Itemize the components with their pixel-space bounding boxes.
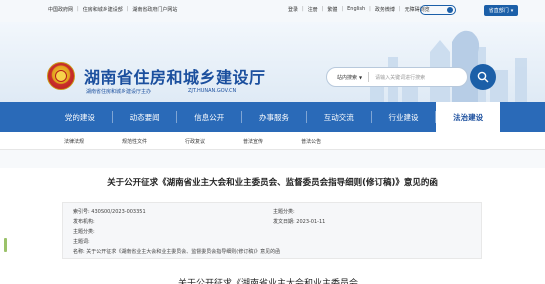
meta-category: 主题分类: bbox=[273, 208, 295, 215]
article-body-first-line: 关于公开征求《湖南省业主大会和业主委员会、 bbox=[177, 279, 367, 284]
meta-issuer-label: 发布机构: bbox=[73, 219, 95, 225]
meta-index-label: 索引号: bbox=[73, 209, 90, 215]
link-login[interactable]: 登录 bbox=[288, 6, 298, 13]
sub-nav: 法律法规 规范性文件 行政复议 普法宣传 普法公告 bbox=[0, 132, 545, 150]
meta-name: 名称: 关于公开征求《湖南省业主大会和业主委员会、监督委员会指导细则(修订稿)》… bbox=[73, 248, 280, 255]
nav-item-disclosure[interactable]: 信息公开 bbox=[177, 102, 241, 132]
toggle-knob-icon bbox=[447, 7, 453, 13]
nav-item-industry[interactable]: 行业建设 bbox=[372, 102, 436, 132]
sub-nav-items: 法律法规 规范性文件 行政复议 普法宣传 普法公告 bbox=[64, 138, 359, 145]
subnav-item-notice[interactable]: 普法公告 bbox=[301, 138, 321, 145]
separator: | bbox=[77, 6, 79, 12]
emblem-center bbox=[55, 70, 67, 82]
accessibility-toggle[interactable] bbox=[420, 5, 456, 15]
link-register[interactable]: 注册 bbox=[308, 6, 318, 13]
meta-topic-label: 主题分类: bbox=[73, 229, 95, 235]
meta-issuer: 发布机构: bbox=[73, 218, 95, 225]
site-title[interactable]: 湖南省住房和城乡建设厅 bbox=[84, 64, 266, 88]
meta-index-value: 430S00/2023-003351 bbox=[91, 209, 146, 215]
subnav-item-laws[interactable]: 法律法规 bbox=[64, 138, 84, 145]
nav-item-interaction[interactable]: 互动交流 bbox=[307, 102, 371, 132]
side-float-tab[interactable] bbox=[4, 238, 7, 252]
caret-down-icon: ▼ bbox=[359, 74, 363, 80]
subnav-item-review[interactable]: 行政复议 bbox=[185, 138, 205, 145]
link-weibo[interactable]: 政务微博 bbox=[375, 6, 395, 13]
meta-keywords: 主题词: bbox=[73, 238, 90, 245]
province-button-label: 省直部门 bbox=[488, 8, 509, 14]
separator: | bbox=[126, 6, 129, 12]
article-meta-box: 索引号: 430S00/2023-003351 主题分类: 发布机构: 发文日期… bbox=[62, 202, 482, 259]
meta-name-value: 关于公开征求《湖南省业主大会和业主委员会、监督委员会指导细则(修订稿)》意见的函 bbox=[86, 249, 281, 255]
separator: | bbox=[369, 6, 371, 12]
main-nav-items: 党的建设 动态要闻 信息公开 办事服务 互动交流 行业建设 法治建设 bbox=[48, 102, 501, 132]
site-header: 湖南省住房和城乡建设厅 湖南省住房和城乡建设厅主办 ZJT.HUNAN.GOV.… bbox=[0, 22, 545, 102]
page: 中国政府网 | 住房和城乡建设部 | 湖南省政府门户网站 登录 | 注册 | 繁… bbox=[0, 0, 545, 284]
nav-item-services[interactable]: 办事服务 bbox=[242, 102, 306, 132]
separator: | bbox=[398, 6, 401, 12]
skyline-decoration-icon bbox=[370, 30, 527, 102]
nav-item-rule-of-law[interactable]: 法治建设 bbox=[436, 102, 501, 132]
meta-date-value: 2023-01-11 bbox=[296, 219, 326, 225]
top-links-right: 登录 | 注册 | 繁體 | English | 政务微博 | 无障碍浏览 bbox=[288, 6, 430, 13]
article-title: 关于公开征求《湖南省业主大会和业主委员会、监督委员会指导细则(修订稿)》意见的函 bbox=[107, 178, 438, 188]
meta-index: 索引号: 430S00/2023-003351 bbox=[73, 208, 146, 215]
link-gov-portal[interactable]: 中国政府网 bbox=[48, 6, 73, 13]
meta-date-label: 发文日期: bbox=[273, 219, 295, 225]
main-nav: 党的建设 动态要闻 信息公开 办事服务 互动交流 行业建设 法治建设 bbox=[0, 102, 545, 132]
search-scope-select[interactable]: 站内搜索 bbox=[337, 74, 357, 81]
separator: | bbox=[341, 6, 344, 12]
divider bbox=[368, 72, 370, 82]
search-input[interactable]: 请输入关键词进行搜索 bbox=[375, 74, 425, 81]
site-url: ZJT.HUNAN.GOV.CN bbox=[188, 88, 237, 94]
subnav-item-normative-docs[interactable]: 规范性文件 bbox=[122, 138, 147, 145]
top-bar: 中国政府网 | 住房和城乡建设部 | 湖南省政府门户网站 登录 | 注册 | 繁… bbox=[0, 0, 545, 22]
link-english[interactable]: English bbox=[347, 6, 365, 13]
chevron-down-icon: ▾ bbox=[510, 7, 514, 14]
link-province-portal[interactable]: 湖南省政府门户网站 bbox=[132, 6, 177, 13]
subnav-item-publicity[interactable]: 普法宣传 bbox=[243, 138, 263, 145]
top-links-left: 中国政府网 | 住房和城乡建设部 | 湖南省政府门户网站 bbox=[48, 6, 177, 13]
link-ministry[interactable]: 住房和城乡建设部 bbox=[83, 6, 123, 13]
search-icon bbox=[477, 71, 489, 83]
meta-keywords-label: 主题词: bbox=[73, 239, 90, 245]
search-box: 站内搜索 ▼ 请输入关键词进行搜索 bbox=[326, 67, 468, 87]
meta-category-label: 主题分类: bbox=[273, 209, 295, 215]
province-dept-button[interactable]: 省直部门 ▾ bbox=[484, 5, 518, 16]
search-button[interactable] bbox=[470, 64, 496, 90]
separator: | bbox=[302, 6, 304, 12]
nav-item-party[interactable]: 党的建设 bbox=[48, 102, 112, 132]
separator: | bbox=[321, 6, 324, 12]
meta-topic: 主题分类: bbox=[73, 228, 95, 235]
link-traditional[interactable]: 繁體 bbox=[327, 6, 337, 13]
meta-name-label: 名称: bbox=[73, 249, 85, 255]
content-band bbox=[0, 150, 545, 168]
nav-item-news[interactable]: 动态要闻 bbox=[113, 102, 177, 132]
site-subtitle: 湖南省住房和城乡建设厅主办 bbox=[86, 89, 152, 95]
national-emblem-icon bbox=[47, 62, 75, 90]
meta-date: 发文日期: 2023-01-11 bbox=[273, 218, 325, 225]
